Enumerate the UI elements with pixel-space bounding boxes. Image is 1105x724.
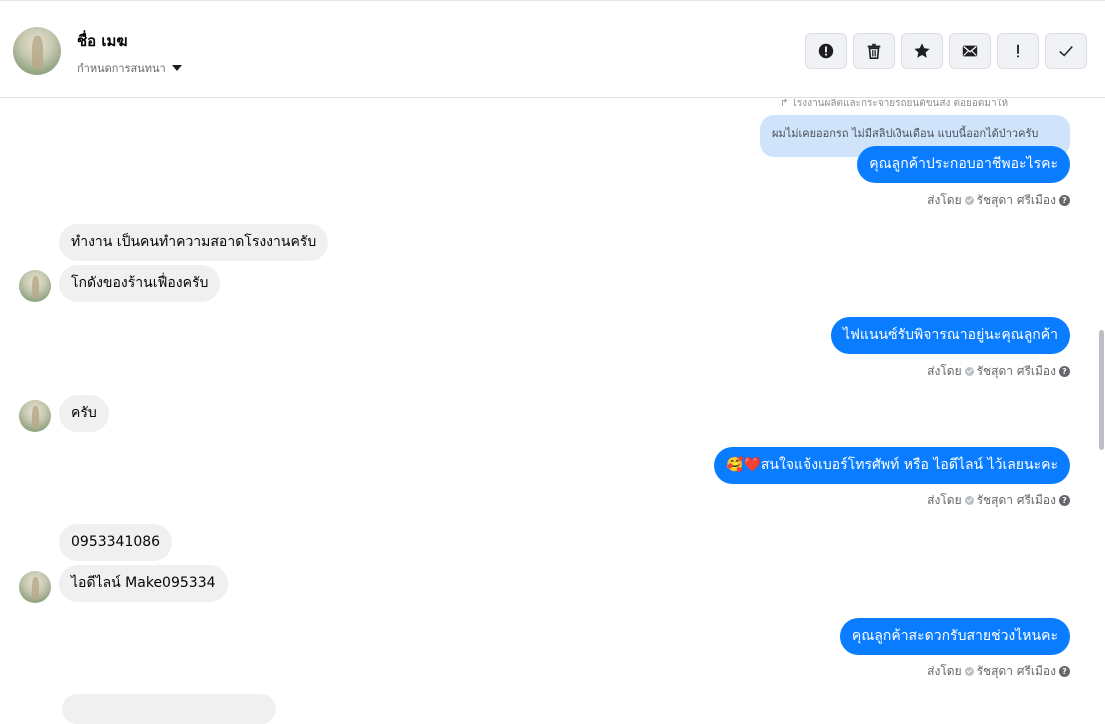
assign-conversation-dropdown[interactable]: กำหนดการสนทนา [77,59,182,77]
check-circle-icon [964,496,974,505]
check-circle-icon [964,196,974,205]
alert-circle-icon [818,43,834,59]
exclamation-icon [1017,44,1019,58]
outgoing-message[interactable]: 🥰❤️สนใจแจ้งเบอร์โทรศัพท์ หรือ ไอดีไลน์ ไ… [714,447,1070,484]
mark-done-button[interactable] [1045,33,1087,69]
sender-avatar[interactable] [19,400,51,432]
check-circle-icon [964,667,974,676]
follow-up-button[interactable] [997,33,1039,69]
caret-down-icon [171,65,182,71]
trash-icon [867,43,881,60]
contact-avatar[interactable] [13,27,61,75]
sender-name[interactable]: รัชสุดา ศรีเมือง [977,362,1056,381]
reply-context-text: ↱ โรงงานผลิตและกระจายรถยนต์ขนส่ง ต่อยอดม… [780,99,1009,109]
help-icon[interactable]: ? [1059,666,1070,677]
assign-conversation-label: กำหนดการสนทนา [77,62,166,75]
scrollbar-thumb[interactable] [1099,330,1104,450]
incoming-message[interactable]: ครับ [59,395,109,432]
conversation-toolbar [805,33,1087,69]
sent-by-prefix: ส่งโดย [927,193,962,207]
star-icon [914,43,930,58]
envelope-icon [962,45,978,57]
incoming-message[interactable]: โกดังของร้านเฟื่องครับ [59,265,221,302]
check-icon [1059,46,1073,57]
sent-by-line: ส่งโดย รัชสุดา ศรีเมือง ? [927,191,1070,210]
contact-name[interactable]: ชื่อ เมฆ [77,29,128,53]
sender-name[interactable]: รัชสุดา ศรีเมือง [977,191,1056,210]
sender-name[interactable]: รัชสุดา ศรีเมือง [977,662,1056,681]
help-icon[interactable]: ? [1059,495,1070,506]
report-spam-button[interactable] [805,33,847,69]
incoming-message[interactable]: ทำงาน เป็นคนทำความสอาดโรงงานครับ [59,224,329,261]
sent-by-prefix: ส่งโดย [927,664,962,678]
sent-by-prefix: ส่งโดย [927,493,962,507]
conversation-header: ชื่อ เมฆ กำหนดการสนทนา [0,0,1105,98]
outgoing-message[interactable]: คุณลูกค้าสะดวกรับสายช่วงไหนคะ [839,618,1070,655]
sent-by-line: ส่งโดย รัชสุดา ศรีเมือง ? [927,491,1070,510]
star-button[interactable] [901,33,943,69]
sender-name[interactable]: รัชสุดา ศรีเมือง [977,491,1056,510]
incoming-message[interactable]: ไอดีไลน์ Make095334 [59,565,228,602]
sender-avatar[interactable] [19,571,51,603]
sent-by-line: ส่งโดย รัชสุดา ศรีเมือง ? [927,362,1070,381]
check-circle-icon [964,367,974,376]
sender-avatar[interactable] [19,270,51,302]
mark-unread-button[interactable] [949,33,991,69]
sent-by-line: ส่งโดย รัชสุดา ศรีเมือง ? [927,662,1070,681]
help-icon[interactable]: ? [1059,366,1070,377]
help-icon[interactable]: ? [1059,195,1070,206]
delete-button[interactable] [853,33,895,69]
outgoing-message[interactable]: คุณลูกค้าประกอบอาชีพอะไรคะ [857,146,1070,183]
sent-by-prefix: ส่งโดย [927,364,962,378]
outgoing-message[interactable]: ไฟแนนซ์รับพิจารณาอยู่นะคุณลูกค้า [830,317,1070,354]
incoming-message[interactable]: 0953341086 [59,524,173,561]
partial-incoming-message[interactable] [62,694,276,724]
